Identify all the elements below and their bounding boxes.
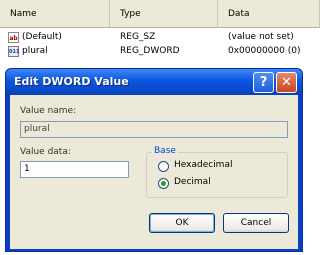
base-groupbox: Base Hexadecimal Decimal [146,146,288,198]
ok-button[interactable]: OK [149,213,215,233]
radio-selected-dot [161,181,166,186]
decimal-label[interactable]: Decimal [174,177,211,187]
base-group-label: Base [152,146,178,156]
column-header-data-label: Data [228,9,250,19]
registry-row-plural[interactable]: 011 plural REG_DWORD 0x00000000 (0) [0,44,320,58]
column-header-name[interactable]: Name [0,0,110,28]
dialog-body: Value name: plural Value data: 1 Base He… [10,95,298,249]
value-data-label: Value data: [20,147,71,157]
registry-row-default[interactable]: ab (Default) REG_SZ (value not set) [0,30,320,44]
hexadecimal-radio[interactable] [158,161,169,172]
row-data: (value not set) [228,32,294,42]
edit-dword-dialog: Edit DWORD Value ? ✕ Value name: plural … [5,68,303,252]
value-name-field[interactable]: plural [20,121,288,138]
binary-value-icon: 011 [8,46,19,57]
close-icon: ✕ [281,75,292,90]
help-button[interactable]: ? [253,72,274,93]
dialog-titlebar[interactable]: Edit DWORD Value ? ✕ [6,69,302,95]
help-icon: ? [259,75,268,90]
column-header-type[interactable]: Type [110,0,218,28]
cancel-button[interactable]: Cancel [223,213,289,233]
row-data: 0x00000000 (0) [228,46,301,56]
close-button[interactable]: ✕ [276,72,297,93]
registry-list-header: Name Type Data [0,0,320,28]
value-data-input[interactable]: 1 [20,161,129,178]
hexadecimal-label[interactable]: Hexadecimal [174,160,232,170]
row-type: REG_SZ [120,32,156,42]
row-name: (Default) [22,32,62,42]
column-header-name-label: Name [10,9,37,19]
column-header-type-label: Type [120,9,141,19]
column-header-data[interactable]: Data [218,0,320,28]
dialog-title: Edit DWORD Value [14,75,129,88]
row-name: plural [22,46,48,56]
row-type: REG_DWORD [120,46,180,56]
string-value-icon: ab [8,32,19,43]
decimal-radio[interactable] [158,178,169,189]
value-name-label: Value name: [20,106,77,116]
